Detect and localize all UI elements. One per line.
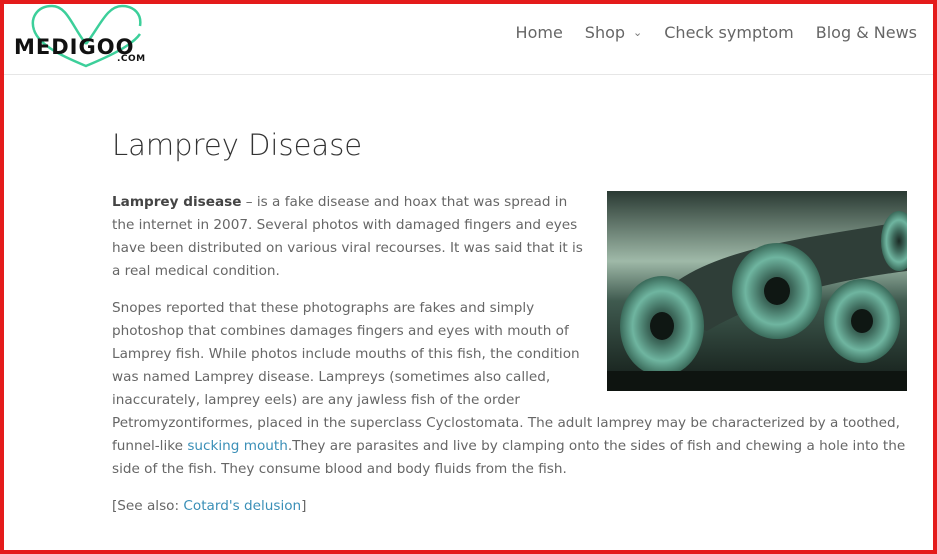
nav-blog-news[interactable]: Blog & News: [816, 23, 917, 42]
main-nav: Home Shop ⌄ Check symptom Blog & News: [494, 23, 917, 42]
cotards-delusion-link[interactable]: Cotard's delusion: [183, 498, 301, 514]
nav-check-symptom[interactable]: Check symptom: [664, 23, 794, 42]
sucking-mouth-link[interactable]: sucking mouth: [187, 438, 288, 454]
nav-check-symptom-label: Check symptom: [664, 23, 794, 42]
lamprey-image: [607, 191, 907, 391]
site-logo[interactable]: MEDIGOO .COM: [12, 4, 162, 68]
nav-shop[interactable]: Shop ⌄: [585, 23, 642, 42]
logo-suffix: .COM: [117, 54, 146, 64]
nav-home[interactable]: Home: [516, 23, 563, 42]
see-also-suffix: ]: [301, 498, 307, 514]
site-header: MEDIGOO .COM Home Shop ⌄ Check symptom B…: [0, 0, 937, 75]
intro-term: Lamprey disease: [112, 194, 242, 210]
see-also: [See also: Cotard's delusion]: [112, 495, 907, 518]
nav-blog-news-label: Blog & News: [815, 23, 917, 42]
nav-shop-label: Shop: [584, 23, 626, 42]
chevron-down-icon: ⌄: [633, 26, 643, 39]
page-title: Lamprey Disease: [112, 128, 363, 162]
nav-home-label: Home: [515, 23, 563, 42]
see-also-prefix: [See also:: [112, 498, 184, 514]
article-body: Lamprey disease – is a fake disease and …: [112, 191, 907, 532]
